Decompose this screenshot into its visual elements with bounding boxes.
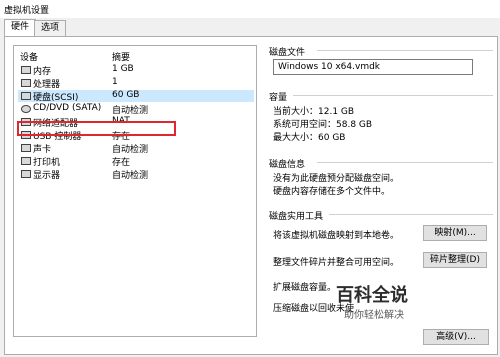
device-row-hard-disk[interactable]: 硬盘(SCSI) 60 GB bbox=[18, 90, 254, 103]
advanced-button[interactable]: 高级(V)... bbox=[423, 329, 489, 345]
device-row-processor[interactable]: 处理器 1 bbox=[18, 77, 254, 90]
tab-hardware[interactable]: 硬件 bbox=[4, 19, 37, 37]
device-summary: 1 GB bbox=[112, 64, 134, 74]
group-divider bbox=[293, 95, 493, 96]
device-summary: 存在 bbox=[112, 158, 131, 168]
memory-icon bbox=[21, 66, 31, 74]
watermark-tagline: 助你轻松解决 bbox=[344, 310, 404, 321]
display-icon bbox=[21, 170, 31, 178]
disk-utilities-title: 磁盘实用工具 bbox=[269, 212, 324, 222]
device-name: 打印机 bbox=[33, 158, 61, 168]
device-name: 内存 bbox=[33, 67, 52, 77]
disk-file-field[interactable]: Windows 10 x64.vmdk bbox=[273, 59, 473, 75]
summary-column-header[interactable]: 摘要 bbox=[112, 50, 130, 63]
defrag-button[interactable]: 碎片整理(D) bbox=[423, 252, 487, 268]
device-name: 声卡 bbox=[33, 145, 52, 155]
window-title: 虚拟机设置 bbox=[4, 6, 50, 16]
capacity-title: 容量 bbox=[269, 93, 288, 103]
device-summary: 自动检测 bbox=[112, 106, 149, 116]
device-row-memory[interactable]: 内存 1 GB bbox=[18, 64, 254, 77]
device-summary: 60 GB bbox=[112, 90, 140, 100]
disk-info-line-2: 硬盘内容存储在多个文件中。 bbox=[273, 187, 391, 197]
printer-icon bbox=[21, 157, 31, 165]
expand-description: 扩展磁盘容量。 bbox=[273, 283, 337, 293]
max-size-text: 最大大小：60 GB bbox=[273, 133, 346, 143]
disk-info-group: 磁盘信息 没有为此硬盘预分配磁盘空间。 硬盘内容存储在多个文件中。 bbox=[269, 157, 493, 197]
device-summary: 自动检测 bbox=[112, 145, 149, 155]
disk-info-line-1: 没有为此硬盘预分配磁盘空间。 bbox=[273, 174, 400, 184]
device-row-printer[interactable]: 打印机 存在 bbox=[18, 155, 254, 168]
device-name: 显示器 bbox=[33, 171, 61, 181]
map-description: 将该虚拟机磁盘映射到本地卷。 bbox=[273, 231, 400, 241]
defrag-description: 整理文件碎片并整合可用空间。 bbox=[273, 258, 400, 268]
cpu-icon bbox=[21, 79, 31, 87]
system-free-space-text: 系统可用空间：58.8 GB bbox=[273, 120, 373, 130]
device-name: 处理器 bbox=[33, 80, 61, 90]
device-column-header[interactable]: 设备 bbox=[20, 50, 38, 63]
device-name: 硬盘(SCSI) bbox=[33, 93, 79, 103]
device-name: CD/DVD (SATA) bbox=[33, 103, 102, 113]
watermark: 百科全说 助你轻松解决 bbox=[336, 281, 496, 329]
group-divider bbox=[317, 162, 493, 163]
group-divider bbox=[317, 50, 493, 51]
title-bar: 虚拟机设置 bbox=[0, 0, 500, 18]
hard-disk-icon bbox=[21, 92, 31, 100]
capacity-group: 容量 当前大小：12.1 GB 系统可用空间：58.8 GB 最大大小：60 G… bbox=[269, 90, 493, 146]
device-row-display[interactable]: 显示器 自动检测 bbox=[18, 168, 254, 181]
map-button[interactable]: 映射(M)... bbox=[423, 225, 487, 241]
device-row-sound-card[interactable]: 声卡 自动检测 bbox=[18, 142, 254, 155]
disk-info-title: 磁盘信息 bbox=[269, 160, 306, 170]
device-list[interactable]: 设备 摘要 内存 1 GB 处理器 1 硬盘(SCSI) 60 GB CD/DV… bbox=[13, 45, 257, 337]
tab-options[interactable]: 选项 bbox=[34, 20, 67, 36]
current-size-text: 当前大小：12.1 GB bbox=[273, 107, 355, 117]
device-row-cd-dvd[interactable]: CD/DVD (SATA) 自动检测 bbox=[18, 103, 254, 116]
cd-dvd-icon bbox=[21, 105, 31, 113]
watermark-brand: 百科全说 bbox=[336, 285, 408, 306]
device-summary: 1 bbox=[112, 77, 118, 87]
sound-card-icon bbox=[21, 144, 31, 152]
disk-file-group: 磁盘文件 Windows 10 x64.vmdk bbox=[269, 45, 493, 81]
device-summary: 自动检测 bbox=[112, 171, 149, 181]
group-divider bbox=[329, 214, 493, 215]
selection-highlight-box bbox=[17, 121, 176, 136]
disk-file-title: 磁盘文件 bbox=[269, 48, 306, 58]
